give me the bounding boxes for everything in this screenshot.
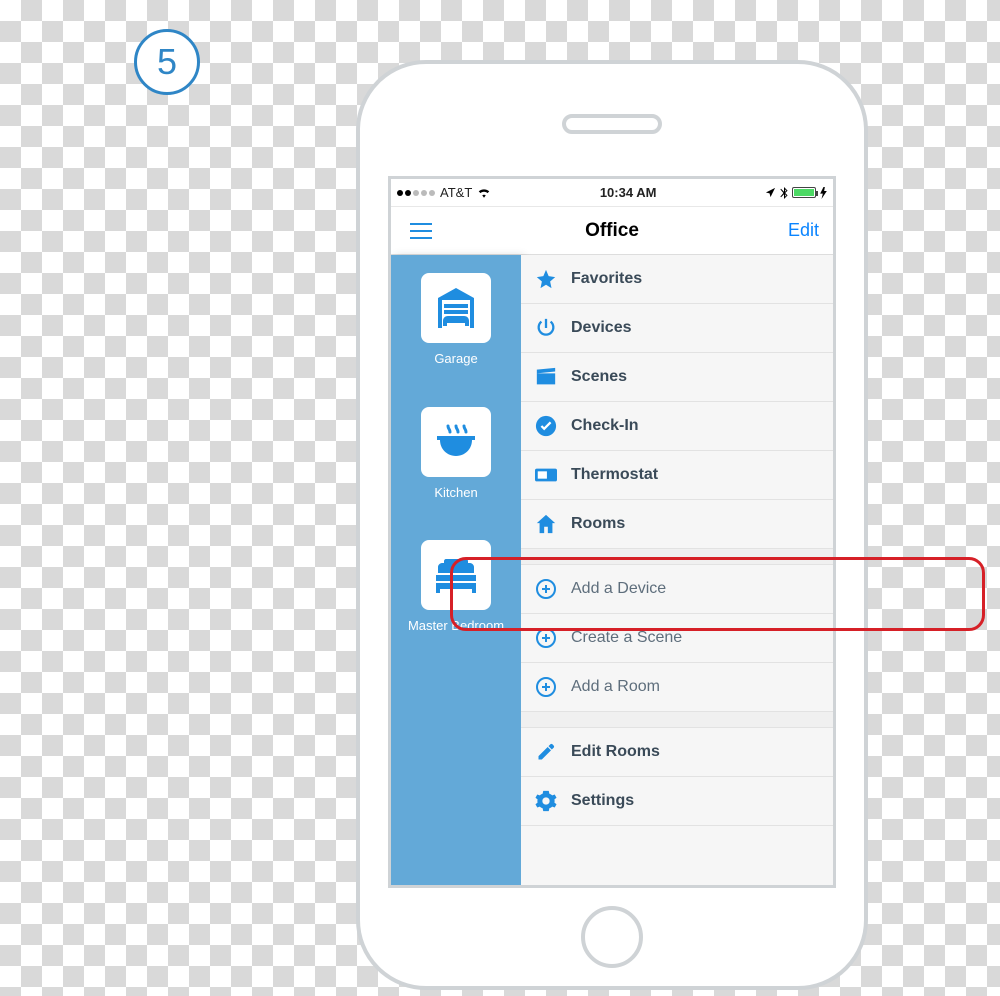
menu-item-scenes[interactable]: Scenes (521, 353, 833, 402)
menu-item-label: Check-In (571, 417, 639, 435)
app-body: Garage Kitchen Master Bedroom (391, 255, 833, 885)
sidebar-item-master-bedroom[interactable]: Master Bedroom (391, 540, 521, 634)
star-icon (535, 268, 557, 290)
nav-header: Office Edit (391, 207, 833, 255)
carrier-label: AT&T (440, 185, 472, 200)
menu-item-label: Devices (571, 319, 632, 337)
bedroom-icon (434, 553, 478, 597)
power-icon (535, 317, 557, 339)
menu-spacer (521, 549, 833, 565)
menu-item-rooms[interactable]: Rooms (521, 500, 833, 549)
thermostat-icon (535, 464, 557, 486)
pencil-icon (535, 741, 557, 763)
room-sidebar: Garage Kitchen Master Bedroom (391, 255, 521, 885)
check-circle-icon (535, 415, 557, 437)
phone-frame: AT&T 10:34 AM Office Edit (356, 60, 868, 990)
menu-item-label: Add a Device (571, 580, 666, 598)
room-tile (421, 273, 491, 343)
sidebar-item-label: Garage (406, 351, 506, 367)
home-icon (535, 513, 557, 535)
page-title: Office (391, 220, 833, 242)
menu-item-add-device[interactable]: Add a Device (521, 565, 833, 614)
menu-item-label: Edit Rooms (571, 743, 660, 761)
location-icon (765, 187, 776, 198)
menu-item-create-scene[interactable]: Create a Scene (521, 614, 833, 663)
room-tile (421, 407, 491, 477)
status-time: 10:34 AM (491, 185, 765, 200)
menu-spacer (521, 712, 833, 728)
menu-item-settings[interactable]: Settings (521, 777, 833, 826)
menu-item-label: Create a Scene (571, 629, 682, 647)
hamburger-icon (410, 223, 432, 239)
menu-item-thermostat[interactable]: Thermostat (521, 451, 833, 500)
clapper-icon (535, 366, 557, 388)
garage-icon (434, 286, 478, 330)
kitchen-icon (434, 420, 478, 464)
menu-item-favorites[interactable]: Favorites (521, 255, 833, 304)
sidebar-item-label: Kitchen (406, 485, 506, 501)
menu-item-devices[interactable]: Devices (521, 304, 833, 353)
gear-icon (535, 790, 557, 812)
menu-item-label: Favorites (571, 270, 642, 288)
main-menu: Favorites Devices Scenes Check-In (521, 255, 833, 885)
charging-icon (820, 187, 827, 199)
status-right (765, 187, 827, 199)
step-number: 5 (157, 41, 177, 83)
menu-item-label: Scenes (571, 368, 627, 386)
menu-item-label: Thermostat (571, 466, 658, 484)
battery-icon (792, 187, 816, 198)
plus-circle-icon (535, 578, 557, 600)
status-left: AT&T (397, 185, 491, 200)
menu-item-label: Settings (571, 792, 634, 810)
status-bar: AT&T 10:34 AM (391, 179, 833, 207)
app-screen: AT&T 10:34 AM Office Edit (388, 176, 836, 888)
menu-item-label: Rooms (571, 515, 625, 533)
bluetooth-icon (780, 187, 788, 199)
plus-circle-icon (535, 676, 557, 698)
menu-item-edit-rooms[interactable]: Edit Rooms (521, 728, 833, 777)
signal-dots-icon (397, 190, 435, 196)
menu-item-check-in[interactable]: Check-In (521, 402, 833, 451)
menu-button[interactable] (391, 223, 451, 239)
phone-speaker (562, 114, 662, 134)
menu-item-add-room[interactable]: Add a Room (521, 663, 833, 712)
menu-item-label: Add a Room (571, 678, 660, 696)
sidebar-item-garage[interactable]: Garage (391, 273, 521, 367)
sidebar-item-label: Master Bedroom (406, 618, 506, 634)
edit-button[interactable]: Edit (788, 220, 833, 241)
wifi-icon (477, 187, 491, 198)
plus-circle-icon (535, 627, 557, 649)
room-tile (421, 540, 491, 610)
phone-home-button[interactable] (581, 906, 643, 968)
sidebar-item-kitchen[interactable]: Kitchen (391, 407, 521, 501)
step-number-badge: 5 (134, 29, 200, 95)
